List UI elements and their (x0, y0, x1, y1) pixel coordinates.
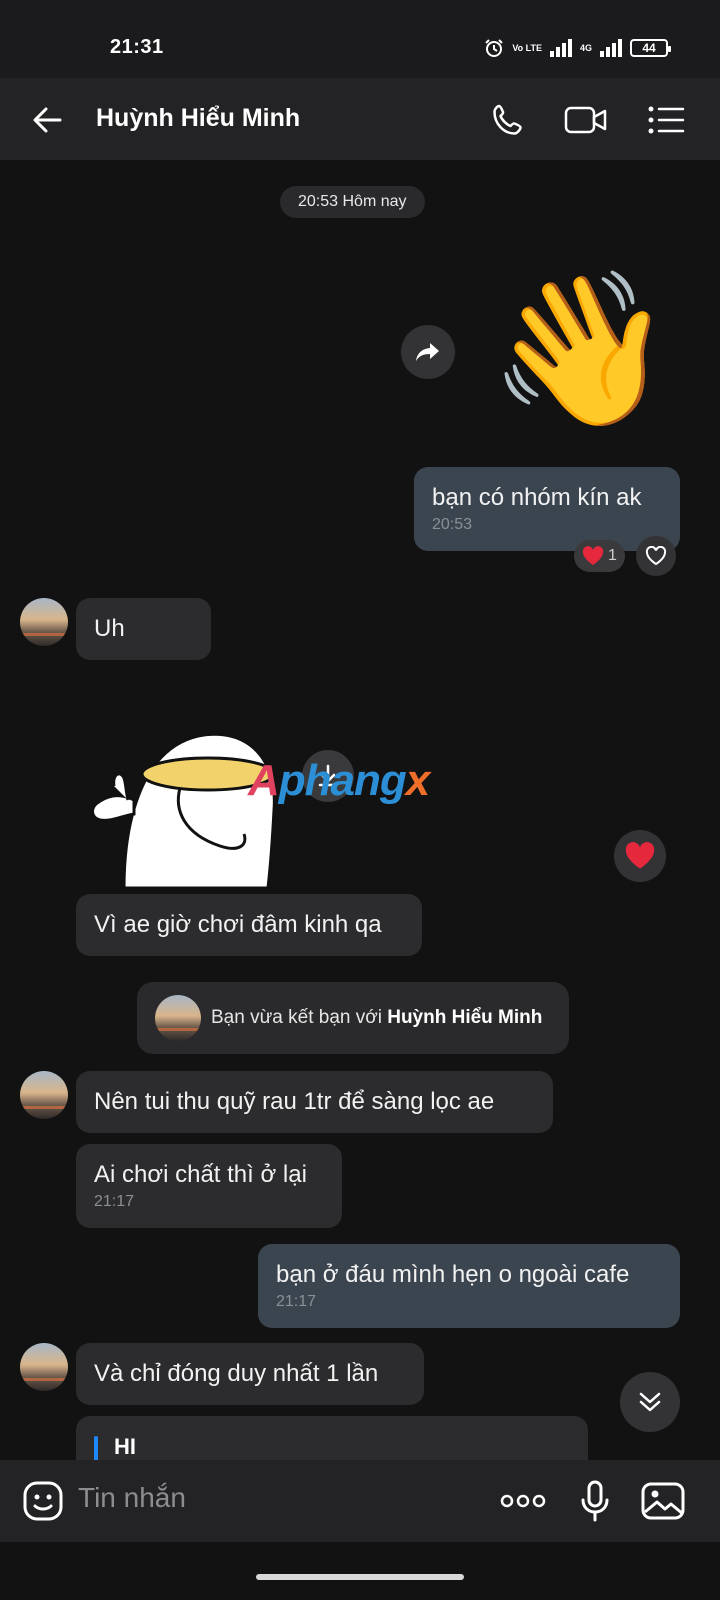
status-time: 21:31 (110, 36, 164, 58)
message-text: Vì ae giờ chơi đâm kinh qa (94, 911, 382, 938)
back-arrow-icon[interactable] (28, 100, 68, 140)
chat-area[interactable]: 20:53 Hôm nay 👋 bạn có nhóm kín ak 20:53… (0, 160, 720, 1490)
status-bar: 21:31 Vo LTE 4G 44 (0, 0, 720, 78)
message-bubble-outgoing[interactable]: bạn ở đáu mình hẹn o ngoài cafe 21:17 (258, 1244, 680, 1328)
signal-icon-2 (600, 39, 622, 57)
home-indicator[interactable] (256, 1574, 464, 1580)
message-bubble-incoming[interactable]: Ai chơi chất thì ở lại 21:17 (76, 1144, 342, 1228)
message-bubble-outgoing[interactable]: bạn có nhóm kín ak 20:53 (414, 467, 680, 551)
wave-emoji-sticker[interactable]: 👋 (488, 264, 675, 434)
message-time: 20:53 (432, 516, 473, 533)
alarm-icon (484, 38, 504, 58)
phone-icon[interactable] (486, 98, 530, 142)
avatar[interactable] (20, 1343, 68, 1391)
share-icon[interactable] (401, 325, 455, 379)
message-bubble-incoming[interactable]: Vì ae giờ chơi đâm kinh qa (76, 894, 422, 956)
heart-reaction-button[interactable] (614, 830, 666, 882)
signal-icon (549, 39, 572, 57)
menu-list-icon[interactable] (644, 98, 688, 142)
date-separator: 20:53 Hôm nay (280, 186, 425, 218)
volte-label: Vo LTE (512, 42, 542, 53)
heart-reaction-icon (582, 546, 604, 565)
message-text: bạn ở đáu mình hẹn o ngoài cafe (276, 1261, 630, 1288)
reaction-summary[interactable]: 1 (574, 540, 625, 572)
avatar[interactable] (20, 1071, 68, 1119)
quote-text: HI (114, 1434, 136, 1459)
quote-accent-bar (94, 1436, 98, 1462)
system-navigation-bar (0, 1542, 720, 1600)
video-camera-icon[interactable] (564, 98, 608, 142)
message-bubble-incoming[interactable]: Nên tui thu quỹ rau 1tr để sàng lọc ae (76, 1071, 553, 1133)
microphone-icon[interactable] (572, 1478, 618, 1524)
message-text: Nên tui thu quỹ rau 1tr để sàng lọc ae (94, 1088, 495, 1115)
battery-icon: 44 (630, 39, 671, 57)
avatar (155, 995, 201, 1041)
message-time: 21:17 (276, 1293, 317, 1310)
avatar[interactable] (20, 598, 68, 646)
chat-header: Huỳnh Hiểu Minh (0, 78, 720, 160)
watermark-logo: Aphangx (248, 756, 430, 805)
message-text: Và chỉ đóng duy nhất 1 lần (94, 1360, 379, 1387)
reaction-count: 1 (608, 547, 617, 564)
message-bubble-incoming[interactable]: Uh (76, 598, 211, 660)
scroll-to-bottom-icon[interactable] (620, 1372, 680, 1432)
friend-added-note: Bạn vừa kết bạn với Huỳnh Hiểu Minh (137, 982, 569, 1054)
message-text: bạn có nhóm kín ak (432, 484, 642, 511)
system-note-text: Bạn vừa kết bạn với Huỳnh Hiểu Minh (211, 1007, 543, 1028)
sticker-icon[interactable] (20, 1478, 66, 1524)
image-gallery-icon[interactable] (640, 1478, 686, 1524)
react-heart-outline-icon[interactable] (636, 536, 676, 576)
network-type-label: 4G (579, 42, 592, 53)
salute-sticker[interactable] (88, 730, 288, 890)
message-bubble-incoming[interactable]: Và chỉ đóng duy nhất 1 lần (76, 1343, 424, 1405)
message-time: 21:17 (94, 1193, 135, 1210)
message-input[interactable]: Tin nhắn (78, 1482, 186, 1514)
contact-name[interactable]: Huỳnh Hiểu Minh (96, 104, 300, 133)
status-icons: Vo LTE 4G 44 (484, 38, 671, 58)
message-text: Uh (94, 615, 125, 642)
message-text: Ai chơi chất thì ở lại (94, 1161, 307, 1188)
system-note-name: Huỳnh Hiểu Minh (387, 1007, 543, 1028)
message-composer: Tin nhắn (0, 1460, 720, 1542)
more-dots-icon[interactable] (500, 1478, 546, 1524)
